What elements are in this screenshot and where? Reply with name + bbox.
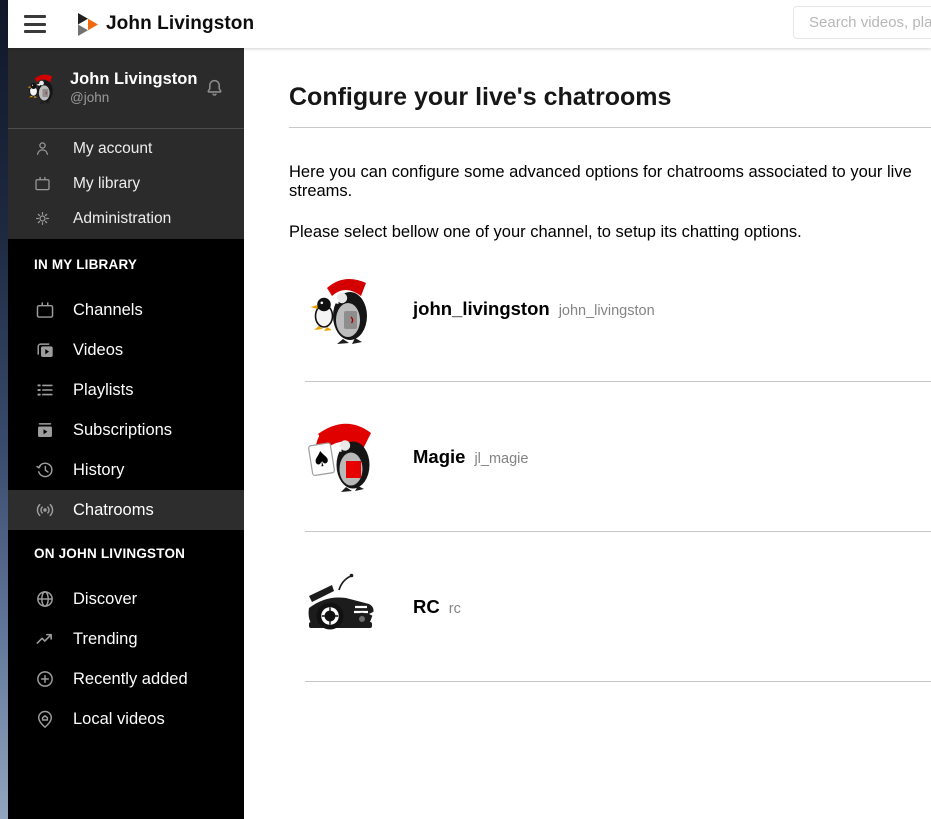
channel-display-name: Magie <box>413 445 466 467</box>
gear-icon <box>33 209 52 228</box>
page-background-strip <box>0 0 8 819</box>
user-avatar <box>25 71 59 105</box>
instance-home-link[interactable]: John Livingston <box>78 13 254 36</box>
history-icon <box>34 459 56 481</box>
sidebar-item-my-library[interactable]: My library <box>8 166 244 201</box>
bell-icon <box>203 76 226 100</box>
penguin-santa-avatar <box>305 271 381 347</box>
hamburger-icon <box>24 15 46 18</box>
sidebar-item-administration[interactable]: Administration <box>8 201 244 236</box>
tv-icon <box>34 299 56 321</box>
search-input[interactable] <box>793 6 931 39</box>
user-handle: @john <box>70 89 110 105</box>
page-title: Configure your live's chatrooms <box>289 83 672 111</box>
channel-row-john-livingston[interactable]: john_livingston john_livingston <box>305 237 931 382</box>
section-title: IN MY LIBRARY <box>34 257 138 272</box>
sidebar-item-chatrooms[interactable]: Chatrooms <box>8 490 244 530</box>
sidebar-item-local-videos[interactable]: Local videos <box>8 699 244 739</box>
user-account-block[interactable]: John Livingston @john <box>8 48 244 128</box>
top-header: John Livingston <box>8 0 931 48</box>
section-title: ON JOHN LIVINGSTON <box>34 546 186 561</box>
user-display-name: John Livingston <box>70 69 198 88</box>
playlists-icon <box>34 379 56 401</box>
channel-name: rc <box>448 600 461 617</box>
user-icon <box>33 139 52 158</box>
sidebar-item-playlists[interactable]: Playlists <box>8 370 244 410</box>
channel-display-name: RC <box>413 595 440 617</box>
plus-circle-icon <box>34 668 56 690</box>
channel-row-magie[interactable]: Magie jl_magie <box>305 382 931 532</box>
subscriptions-icon <box>34 419 56 441</box>
menu-toggle-button[interactable] <box>24 14 48 34</box>
sidebar-item-recently-added[interactable]: Recently added <box>8 659 244 699</box>
section-on-instance: ON JOHN LIVINGSTON Discover Trending Rec… <box>8 530 244 739</box>
sidebar-item-history[interactable]: History <box>8 450 244 490</box>
sidebar-item-my-account[interactable]: My account <box>8 131 244 166</box>
main-content: Configure your live's chatrooms Here you… <box>244 48 931 819</box>
globe-icon <box>34 588 56 610</box>
rc-car-avatar <box>305 569 381 645</box>
channel-list: john_livingston john_livingston Magie jl… <box>305 237 931 682</box>
intro-text: Here you can configure some advanced opt… <box>289 163 931 242</box>
penguin-magician-avatar <box>305 419 381 495</box>
trending-icon <box>34 628 56 650</box>
channel-name: jl_magie <box>474 450 529 467</box>
account-links: My account My library Administration <box>8 128 244 239</box>
sidebar-item-channels[interactable]: Channels <box>8 290 244 330</box>
instance-title: John Livingston <box>106 13 255 34</box>
sidebar-menu: John Livingston @john My account My libr… <box>8 48 244 819</box>
channel-name: john_livingston <box>558 303 655 319</box>
sidebar-item-subscriptions[interactable]: Subscriptions <box>8 410 244 450</box>
peertube-logo-icon <box>78 13 98 36</box>
map-pin-home-icon <box>34 708 56 730</box>
videos-icon <box>34 339 56 361</box>
tv-icon <box>33 174 52 193</box>
broadcast-icon <box>34 499 56 521</box>
section-in-my-library: IN MY LIBRARY Channels Videos Playlists … <box>8 239 244 530</box>
channel-row-rc[interactable]: RC rc <box>305 532 931 682</box>
channel-display-name: john_livingston <box>413 298 550 319</box>
sidebar-item-trending[interactable]: Trending <box>8 619 244 659</box>
page-header: Configure your live's chatrooms <box>289 82 931 128</box>
notifications-button[interactable] <box>201 74 228 102</box>
intro-paragraph: Here you can configure some advanced opt… <box>289 163 912 200</box>
sidebar-item-discover[interactable]: Discover <box>8 579 244 619</box>
sidebar-item-videos[interactable]: Videos <box>8 330 244 370</box>
